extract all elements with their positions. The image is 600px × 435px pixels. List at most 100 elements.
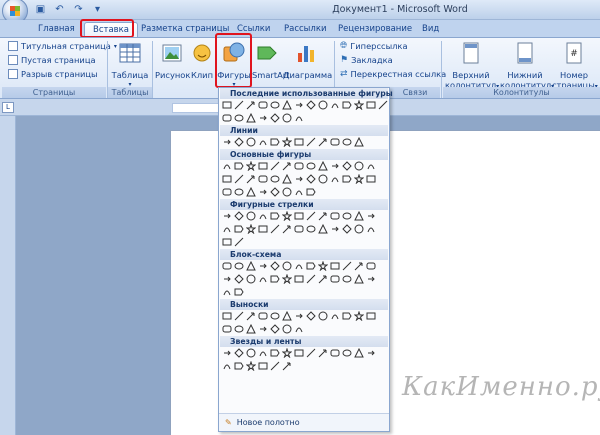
shape-gallery-item[interactable] xyxy=(246,137,256,147)
shape-gallery-item[interactable] xyxy=(306,187,316,197)
shape-gallery-item[interactable] xyxy=(246,100,256,110)
shape-gallery-item[interactable] xyxy=(282,224,292,234)
shape-gallery-item[interactable] xyxy=(258,324,268,334)
shape-gallery-item[interactable] xyxy=(234,311,244,321)
shape-gallery-item[interactable] xyxy=(270,274,280,284)
shape-gallery-item[interactable] xyxy=(282,324,292,334)
table-button[interactable]: Таблица ▾ xyxy=(110,41,150,90)
shape-gallery-item[interactable] xyxy=(222,274,232,284)
shape-gallery-item[interactable] xyxy=(318,137,328,147)
shape-gallery-item[interactable] xyxy=(282,274,292,284)
bookmark-button[interactable]: ⚑ Закладка xyxy=(340,55,393,65)
page-break-button[interactable]: Разрыв страницы xyxy=(8,69,98,79)
shape-gallery-item[interactable] xyxy=(246,361,256,371)
shape-gallery-item[interactable] xyxy=(270,224,280,234)
shape-gallery-item[interactable] xyxy=(354,137,364,147)
shape-gallery-item[interactable] xyxy=(294,261,304,271)
shape-gallery-item[interactable] xyxy=(258,311,268,321)
shape-gallery-item[interactable] xyxy=(234,113,244,123)
shape-gallery-item[interactable] xyxy=(270,261,280,271)
shape-gallery-item[interactable] xyxy=(354,211,364,221)
shape-gallery-item[interactable] xyxy=(258,161,268,171)
shape-gallery-item[interactable] xyxy=(270,187,280,197)
shape-gallery-item[interactable] xyxy=(354,311,364,321)
shape-gallery-item[interactable] xyxy=(282,311,292,321)
shape-gallery-item[interactable] xyxy=(246,174,256,184)
shape-gallery-item[interactable] xyxy=(222,287,232,297)
shape-gallery-item[interactable] xyxy=(282,187,292,197)
tab-selector-button[interactable]: L xyxy=(2,102,14,113)
shape-gallery-item[interactable] xyxy=(294,324,304,334)
shape-gallery-item[interactable] xyxy=(234,237,244,247)
clip-art-button[interactable]: Клип xyxy=(190,41,214,80)
shape-gallery-item[interactable] xyxy=(222,348,232,358)
shape-gallery-item[interactable] xyxy=(246,274,256,284)
shape-gallery-item[interactable] xyxy=(330,274,340,284)
shape-gallery-item[interactable] xyxy=(246,261,256,271)
shape-gallery-item[interactable] xyxy=(222,113,232,123)
shape-gallery-item[interactable] xyxy=(270,324,280,334)
shape-gallery-item[interactable] xyxy=(366,174,376,184)
shape-gallery-item[interactable] xyxy=(294,224,304,234)
shape-gallery-item[interactable] xyxy=(342,348,352,358)
shape-gallery-item[interactable] xyxy=(270,311,280,321)
shape-gallery-item[interactable] xyxy=(354,174,364,184)
shape-gallery-item[interactable] xyxy=(222,237,232,247)
shape-gallery-item[interactable] xyxy=(234,287,244,297)
shape-gallery-item[interactable] xyxy=(318,174,328,184)
shape-gallery-item[interactable] xyxy=(234,348,244,358)
shape-gallery-item[interactable] xyxy=(222,137,232,147)
shape-gallery-item[interactable] xyxy=(366,274,376,284)
new-canvas-button[interactable]: ✎ Новое полотно xyxy=(219,413,389,431)
shape-gallery-item[interactable] xyxy=(222,187,232,197)
shape-gallery-item[interactable] xyxy=(282,100,292,110)
shape-gallery-item[interactable] xyxy=(354,100,364,110)
shape-gallery-item[interactable] xyxy=(234,100,244,110)
shape-gallery-item[interactable] xyxy=(318,224,328,234)
smartart-button[interactable]: SmartArt xyxy=(252,41,289,80)
shape-gallery-item[interactable] xyxy=(318,261,328,271)
tab-home[interactable]: Главная xyxy=(38,22,75,38)
shape-gallery-item[interactable] xyxy=(222,261,232,271)
shape-gallery-item[interactable] xyxy=(222,174,232,184)
shape-gallery-item[interactable] xyxy=(306,274,316,284)
shape-gallery-item[interactable] xyxy=(234,224,244,234)
shape-gallery-item[interactable] xyxy=(366,311,376,321)
shape-gallery-item[interactable] xyxy=(330,348,340,358)
shape-gallery-item[interactable] xyxy=(306,224,316,234)
shape-gallery-item[interactable] xyxy=(234,187,244,197)
shape-gallery-item[interactable] xyxy=(258,224,268,234)
shape-gallery-item[interactable] xyxy=(246,311,256,321)
shape-gallery-item[interactable] xyxy=(282,174,292,184)
shape-gallery-item[interactable] xyxy=(258,100,268,110)
shape-gallery-item[interactable] xyxy=(222,311,232,321)
shape-gallery-item[interactable] xyxy=(342,211,352,221)
tab-review[interactable]: Рецензирование xyxy=(338,22,412,38)
shape-gallery-item[interactable] xyxy=(222,211,232,221)
shape-gallery-item[interactable] xyxy=(306,311,316,321)
shape-gallery-item[interactable] xyxy=(258,137,268,147)
shape-gallery-item[interactable] xyxy=(222,224,232,234)
shape-gallery-item[interactable] xyxy=(318,311,328,321)
shape-gallery-item[interactable] xyxy=(342,100,352,110)
shape-gallery-item[interactable] xyxy=(342,137,352,147)
shape-gallery-item[interactable] xyxy=(270,161,280,171)
page-number-button[interactable]: # Номер страницы▾ xyxy=(552,41,598,92)
shape-gallery-item[interactable] xyxy=(342,311,352,321)
blank-page-button[interactable]: Пустая страница xyxy=(8,55,96,65)
shape-gallery-item[interactable] xyxy=(330,161,340,171)
shape-gallery-item[interactable] xyxy=(246,113,256,123)
shape-gallery-item[interactable] xyxy=(366,100,376,110)
shape-gallery-item[interactable] xyxy=(294,174,304,184)
cross-reference-button[interactable]: ⇄ Перекрестная ссылка xyxy=(340,69,446,79)
shape-gallery-item[interactable] xyxy=(282,211,292,221)
shape-gallery-item[interactable] xyxy=(306,174,316,184)
shape-gallery-item[interactable] xyxy=(258,274,268,284)
shape-gallery-item[interactable] xyxy=(366,211,376,221)
shape-gallery-item[interactable] xyxy=(342,224,352,234)
shape-gallery-item[interactable] xyxy=(282,161,292,171)
shape-gallery-item[interactable] xyxy=(246,161,256,171)
shape-gallery-item[interactable] xyxy=(330,211,340,221)
shape-gallery-item[interactable] xyxy=(318,274,328,284)
shape-gallery-item[interactable] xyxy=(354,348,364,358)
